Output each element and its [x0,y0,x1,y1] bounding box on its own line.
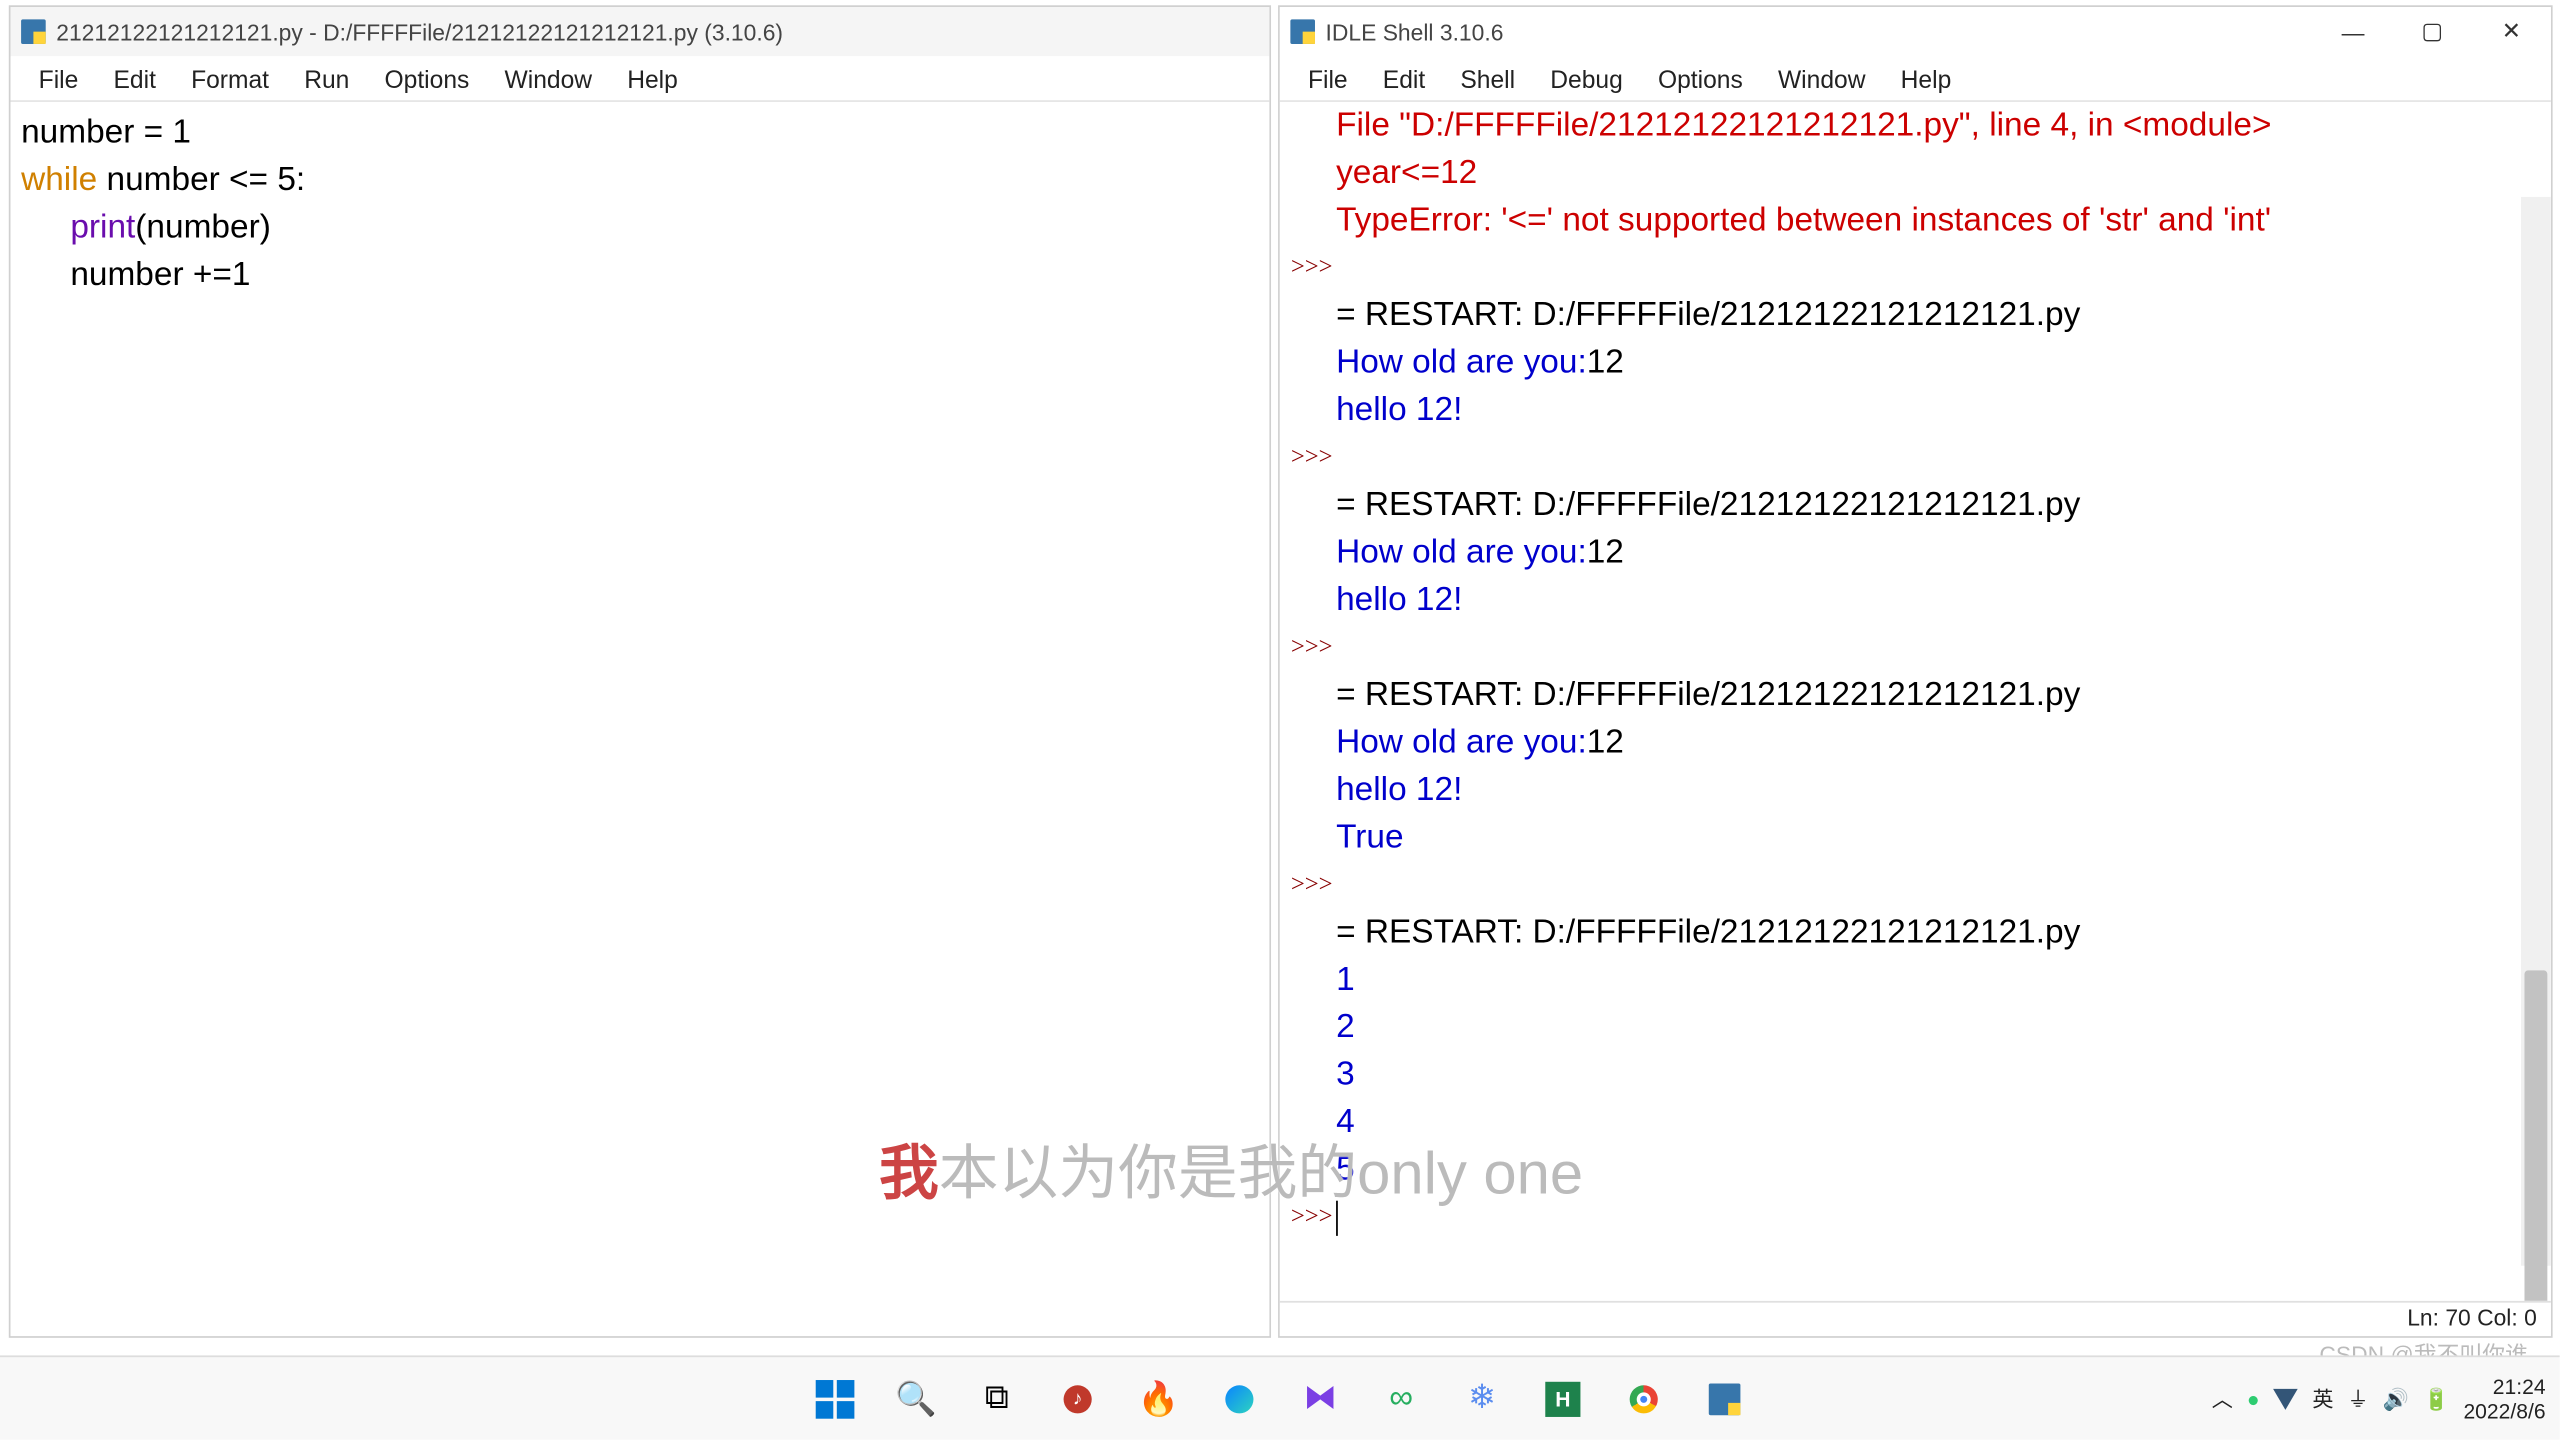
code-line-2: number <= 5: [97,162,305,199]
cursor-position: Ln: 70 Col: 0 [2407,1304,2537,1330]
visual-studio-icon[interactable]: ⧓ [1285,1363,1355,1433]
shell-menu-edit[interactable]: Edit [1365,61,1443,96]
menu-window[interactable]: Window [487,61,610,96]
shell-titlebar[interactable]: IDLE Shell 3.10.6 — ▢ ✕ [1280,7,2551,56]
shell-scrollbar[interactable] [2521,197,2551,1266]
task-view-button[interactable]: ⧉ [962,1363,1032,1433]
menu-file[interactable]: File [21,61,96,96]
code-line-3: (number) [135,209,271,246]
minimize-button[interactable]: — [2314,7,2393,56]
traceback-source: year<=12 [1336,149,2540,196]
code-line-1: number = 1 [21,114,191,151]
out-5: 5 [1336,1146,2540,1193]
flame-app-icon[interactable]: 🔥 [1123,1363,1193,1433]
out-3: 3 [1336,1051,2540,1098]
editor-content[interactable]: number = 1 while number <= 5: print(numb… [11,102,1270,1336]
tray-chevron-icon[interactable]: ︿ [2212,1384,2233,1414]
shell-prompt-gutter: >>> >>> >>> >>> >>> [1280,102,1336,1301]
system-tray: ︿ ● 英 ⏚ 🔊 🔋 21:24 2022/8/6 [2212,1374,2560,1423]
search-button[interactable]: 🔍 [881,1363,951,1433]
python-icon [1290,19,1315,44]
restart-1: = RESTART: D:/FFFFFile/21212122121212121… [1336,292,2540,339]
kw-while: while [21,162,97,199]
traceback-error: TypeError: '<=' not supported between in… [1336,197,2540,244]
menu-format[interactable]: Format [173,61,286,96]
shell-title: IDLE Shell 3.10.6 [1326,18,1504,44]
tray-wifi-icon[interactable]: ⏚ [2348,1384,2369,1414]
tray-ime-indicator[interactable]: 英 [2312,1384,2333,1414]
tray-battery-icon[interactable]: 🔋 [2423,1386,2449,1411]
out-2: 2 [1336,1004,2540,1051]
tray-volume-icon[interactable]: 🔊 [2383,1386,2409,1411]
shell-menubar: File Edit Shell Debug Options Window Hel… [1280,56,2551,102]
tray-security-icon[interactable] [2274,1388,2299,1409]
taskbar: 🔍 ⧉ ♪ 🔥 ⧓ ∞ ❄ H ︿ ● 英 ⏚ 🔊 🔋 21:24 2022/8… [0,1355,2560,1439]
out-4: 4 [1336,1099,2540,1146]
shell-window: IDLE Shell 3.10.6 — ▢ ✕ File Edit Shell … [1278,5,2553,1338]
shell-menu-window[interactable]: Window [1760,61,1883,96]
maximize-button[interactable]: ▢ [2393,7,2472,56]
out-1: 1 [1336,956,2540,1003]
shell-menu-file[interactable]: File [1290,61,1365,96]
tray-wechat-icon[interactable]: ● [2247,1386,2260,1411]
chrome-icon[interactable] [1609,1363,1679,1433]
shell-output: File "D:/FFFFFile/21212122121212121.py",… [1336,102,2551,1301]
shell-cursor [1336,1201,1338,1236]
shell-menu-help[interactable]: Help [1883,61,1969,96]
edge-icon[interactable] [1204,1363,1274,1433]
shell-menu-debug[interactable]: Debug [1533,61,1641,96]
shell-menu-options[interactable]: Options [1640,61,1760,96]
shell-statusbar: Ln: 70 Col: 0 [1280,1301,2551,1336]
idle-icon[interactable] [1689,1363,1759,1433]
editor-menubar: File Edit Format Run Options Window Help [11,56,1270,102]
menu-edit[interactable]: Edit [96,61,174,96]
fn-print: print [70,209,135,246]
taskbar-center: 🔍 ⧉ ♪ 🔥 ⧓ ∞ ❄ H [800,1363,1760,1433]
python-file-icon [21,19,46,44]
menu-help[interactable]: Help [610,61,696,96]
netease-music-icon[interactable]: ♪ [1042,1363,1112,1433]
shell-content[interactable]: >>> >>> >>> >>> >>> File "D:/FFFFFile/21… [1280,102,2551,1301]
infinity-app-icon[interactable]: ∞ [1366,1363,1436,1433]
editor-title: 21212122121212121.py - D:/FFFFFile/21212… [56,18,783,44]
menu-run[interactable]: Run [287,61,367,96]
shell-menu-shell[interactable]: Shell [1443,61,1533,96]
editor-titlebar[interactable]: 21212122121212121.py - D:/FFFFFile/21212… [11,7,1270,56]
menu-options[interactable]: Options [367,61,487,96]
scroll-thumb[interactable] [2524,970,2547,1301]
code-line-4: number +=1 [70,257,250,294]
close-button[interactable]: ✕ [2472,7,2551,56]
restart-3: = RESTART: D:/FFFFFile/21212122121212121… [1336,672,2540,719]
restart-2: = RESTART: D:/FFFFFile/21212122121212121… [1336,482,2540,529]
start-button[interactable] [800,1363,870,1433]
hbuilder-icon[interactable]: H [1528,1363,1598,1433]
traceback-file: File "D:/FFFFFile/21212122121212121.py",… [1336,102,2540,149]
editor-window: 21212122121212121.py - D:/FFFFFile/21212… [9,5,1271,1338]
restart-4: = RESTART: D:/FFFFFile/21212122121212121… [1336,909,2540,956]
snowflake-app-icon[interactable]: ❄ [1447,1363,1517,1433]
tray-clock[interactable]: 21:24 2022/8/6 [2463,1374,2545,1423]
